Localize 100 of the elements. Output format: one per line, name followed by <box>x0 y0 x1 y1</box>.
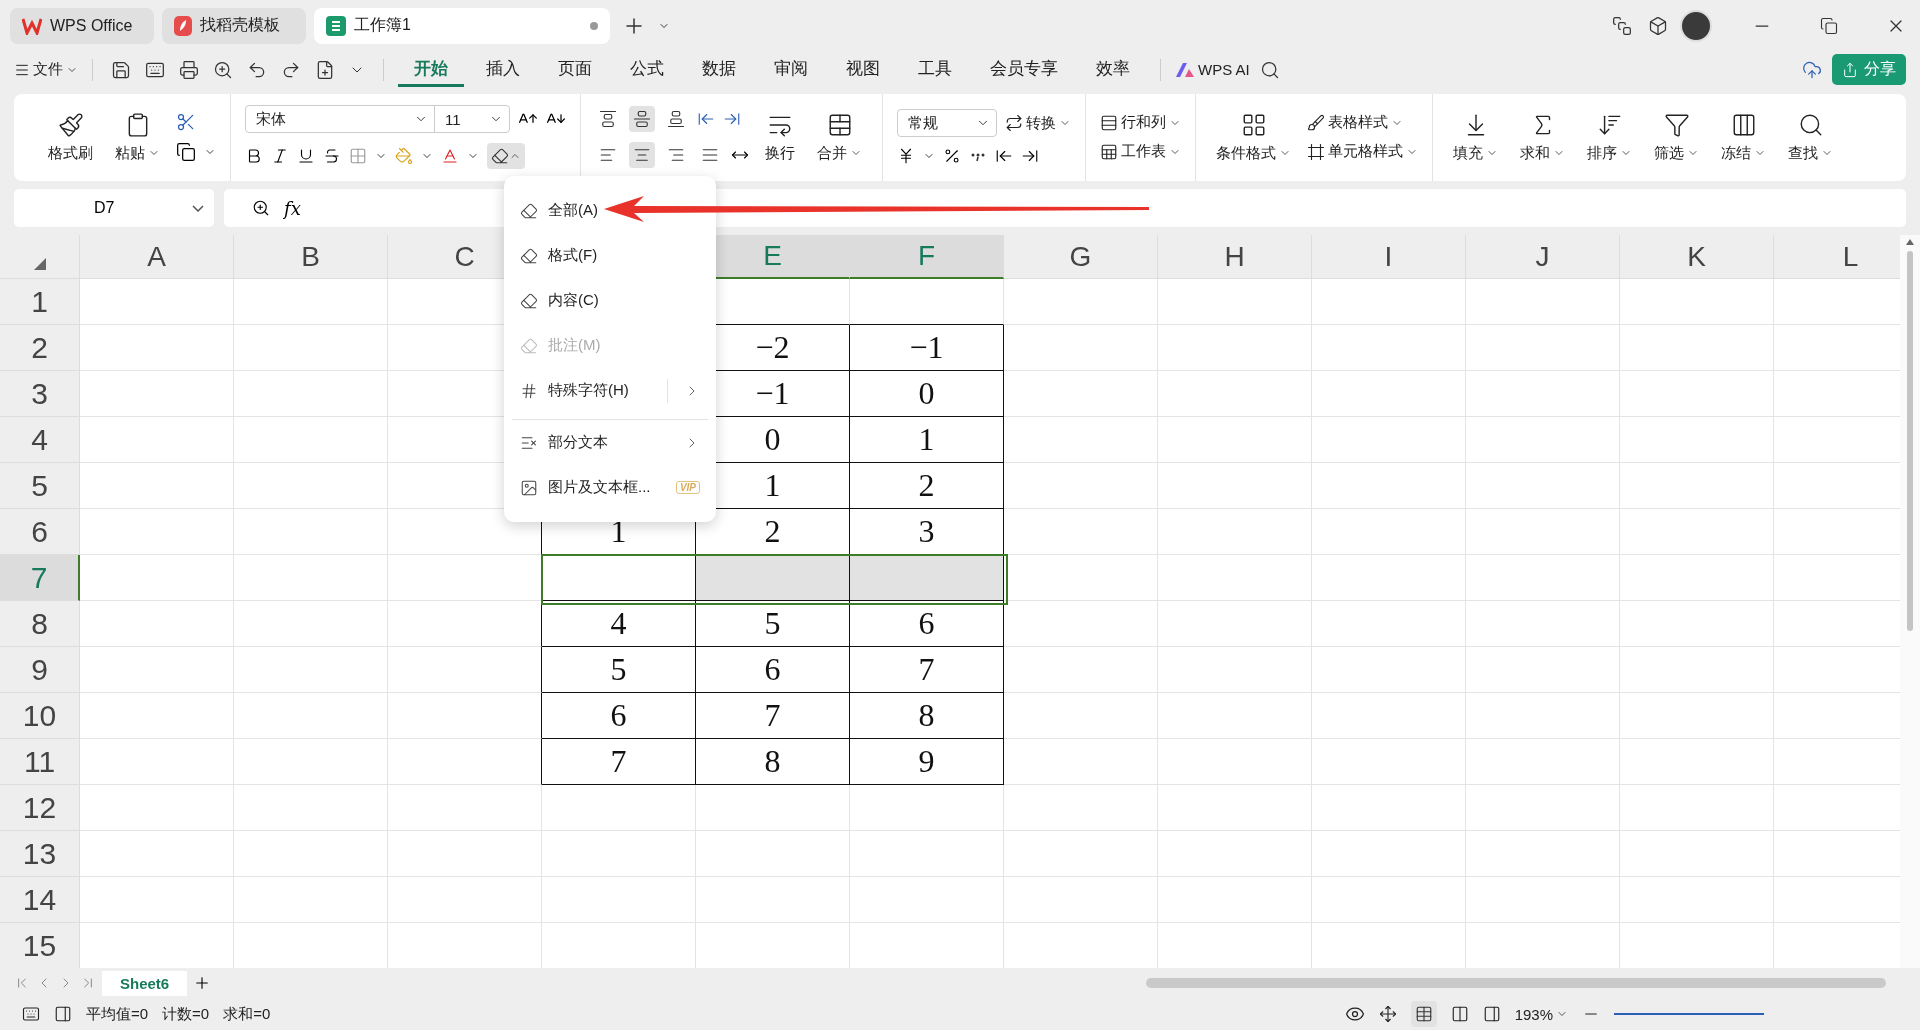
ribbon-tab[interactable]: 工具 <box>902 52 968 87</box>
column-header[interactable]: H <box>1158 235 1312 280</box>
grid-cell[interactable] <box>388 739 542 786</box>
sheet-tab[interactable]: Sheet6 <box>102 970 188 996</box>
ribbon-tab[interactable]: 页面 <box>542 52 608 87</box>
menu-item[interactable]: 部分文本 <box>512 419 708 465</box>
format-painter-button[interactable]: 格式刷 <box>42 112 99 163</box>
table-cell[interactable]: 6 <box>850 601 1004 648</box>
column-header[interactable]: L <box>1774 235 1900 280</box>
ribbon-tab[interactable]: 审阅 <box>758 52 824 87</box>
row-header[interactable]: 8 <box>0 601 80 648</box>
new-file-icon[interactable] <box>315 59 335 80</box>
column-header[interactable]: I <box>1312 235 1466 280</box>
fill-color-icon[interactable] <box>395 147 413 166</box>
move-icon[interactable] <box>1378 1005 1397 1024</box>
toolbar-button[interactable]: 查找 <box>1782 112 1839 163</box>
row-header[interactable]: 2 <box>0 325 80 372</box>
ribbon-tab[interactable]: 公式 <box>614 52 680 87</box>
toolbar-button[interactable]: 求和 <box>1514 112 1571 163</box>
horizontal-align-button[interactable] <box>629 142 655 169</box>
table-cell[interactable] <box>542 555 696 602</box>
merge-button[interactable]: 合并 <box>811 112 868 163</box>
windows-icon[interactable] <box>1612 15 1632 36</box>
table-cell[interactable]: 7 <box>850 647 1004 694</box>
ribbon-tab[interactable]: 数据 <box>686 52 752 87</box>
row-header[interactable]: 1 <box>0 279 80 326</box>
wps-ai-button[interactable]: WPS AI <box>1175 61 1250 79</box>
horizontal-scrollbar[interactable] <box>1146 978 1886 989</box>
table-cell[interactable] <box>850 555 1004 602</box>
menu-item[interactable]: 全部(A) <box>512 188 708 233</box>
document-tab[interactable]: 找稻壳模板 <box>162 7 306 44</box>
toolbar-button[interactable]: 排序 <box>1581 112 1638 163</box>
row-header[interactable]: 13 <box>0 831 80 878</box>
ribbon-tab[interactable]: 插入 <box>470 52 536 87</box>
row-header[interactable]: 5 <box>0 463 80 510</box>
row-header[interactable]: 7 <box>0 555 80 602</box>
page-break-icon[interactable] <box>1482 1005 1501 1024</box>
toolbar-button[interactable]: 冻结 <box>1715 112 1772 163</box>
underline-icon[interactable] <box>297 147 315 166</box>
share-button[interactable]: 分享 <box>1832 54 1906 86</box>
normal-view-button[interactable] <box>1410 1001 1437 1028</box>
cut-icon[interactable] <box>176 112 196 133</box>
toolbar-button[interactable]: 筛选 <box>1648 112 1705 163</box>
table-cell[interactable]: −1 <box>850 325 1004 372</box>
vertical-align-button[interactable] <box>629 106 655 133</box>
ribbon-tab[interactable]: 开始 <box>398 52 464 87</box>
clear-button[interactable] <box>487 143 525 170</box>
row-header[interactable]: 6 <box>0 509 80 556</box>
rows-columns-button[interactable]: 行和列 <box>1100 113 1181 133</box>
page-view-icon[interactable] <box>1450 1005 1469 1024</box>
search-icon[interactable] <box>1259 59 1280 80</box>
restore-icon[interactable] <box>1820 16 1838 35</box>
macro-icon[interactable] <box>22 1005 40 1024</box>
save-icon[interactable] <box>111 59 131 80</box>
table-cell[interactable]: 9 <box>850 739 1004 786</box>
table-cell[interactable]: 8 <box>696 739 850 786</box>
row-header[interactable]: 11 <box>0 739 80 786</box>
font-size-select[interactable]: 11 <box>434 105 510 134</box>
row-header[interactable]: 3 <box>0 371 80 418</box>
row-header[interactable]: 9 <box>0 647 80 694</box>
document-tab[interactable]: WPS Office <box>10 7 154 44</box>
border-icon[interactable] <box>349 147 367 166</box>
table-cell[interactable]: 2 <box>850 463 1004 510</box>
table-cell[interactable]: 4 <box>542 601 696 648</box>
column-header[interactable]: B <box>234 235 388 280</box>
grid-cell[interactable] <box>388 647 542 694</box>
avatar[interactable] <box>1680 9 1712 42</box>
row-header[interactable]: 10 <box>0 693 80 740</box>
panel-icon[interactable] <box>54 1005 72 1024</box>
row-header[interactable]: 15 <box>0 923 80 969</box>
cloud-upload-icon[interactable] <box>1802 59 1822 80</box>
file-menu[interactable]: 文件 <box>14 60 78 80</box>
zoom-select[interactable]: 193% <box>1514 1005 1568 1023</box>
table-cell[interactable]: 5 <box>542 647 696 694</box>
grid-cell[interactable] <box>388 693 542 740</box>
table-cell[interactable]: 0 <box>850 371 1004 418</box>
table-cell[interactable]: 7 <box>542 739 696 786</box>
printer-icon[interactable] <box>179 59 199 80</box>
worksheet-button[interactable]: 工作表 <box>1100 142 1181 162</box>
cube-icon[interactable] <box>1648 15 1668 36</box>
table-cell[interactable] <box>696 555 850 602</box>
font-color-icon[interactable] <box>441 147 459 166</box>
zoom-icon[interactable] <box>252 199 270 218</box>
copy-icon[interactable] <box>176 142 196 163</box>
name-box[interactable]: D7 <box>14 189 214 228</box>
conditional-format-button[interactable]: 条件格式 <box>1210 112 1297 163</box>
column-header[interactable]: A <box>80 235 234 280</box>
table-cell[interactable]: 6 <box>696 647 850 694</box>
ribbon-tab[interactable]: 视图 <box>830 52 896 87</box>
paste-button[interactable]: 粘贴 <box>109 112 166 163</box>
toolbar-button[interactable]: 填充 <box>1447 112 1504 163</box>
italic-icon[interactable] <box>271 147 289 166</box>
table-style-button[interactable]: 表格样式 <box>1307 113 1418 133</box>
scroll-up-icon[interactable] <box>1906 239 1914 246</box>
column-header[interactable]: K <box>1620 235 1774 280</box>
cell-style-button[interactable]: 单元格样式 <box>1307 142 1418 162</box>
row-header[interactable]: 4 <box>0 417 80 464</box>
column-header[interactable]: J <box>1466 235 1620 280</box>
table-cell[interactable]: 5 <box>696 601 850 648</box>
convert-button[interactable]: 转换 <box>1005 114 1071 133</box>
